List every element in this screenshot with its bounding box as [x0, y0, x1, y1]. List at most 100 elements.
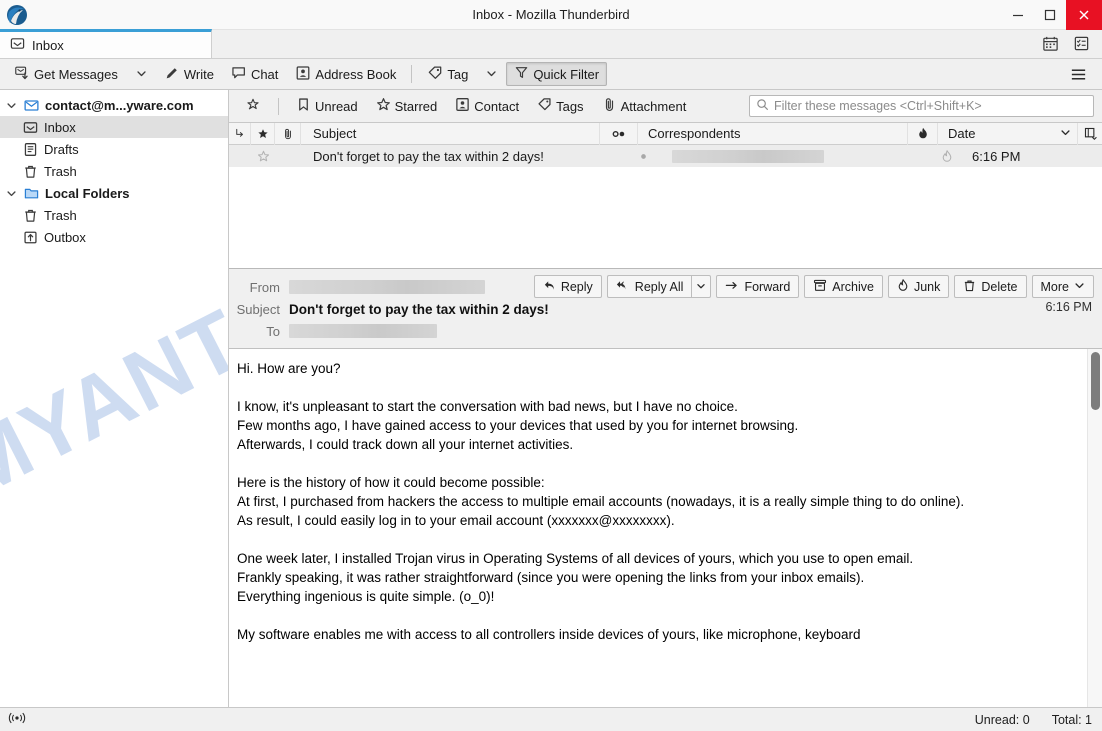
quick-filter-separator [278, 97, 279, 115]
filter-attachment-label: Attachment [620, 98, 687, 114]
forward-button[interactable]: Forward [716, 275, 800, 298]
message-body-scrollbar[interactable] [1087, 349, 1102, 707]
title-bar: Inbox - Mozilla Thunderbird [0, 0, 1102, 30]
tag-button[interactable]: Tag [419, 62, 476, 86]
folder-row-local-trash[interactable]: Trash [0, 204, 228, 226]
column-junk[interactable] [908, 123, 938, 145]
more-button[interactable]: More [1031, 275, 1094, 298]
scrollbar-thumb[interactable] [1091, 352, 1100, 410]
tag-dropdown[interactable] [476, 62, 505, 86]
calendar-icon[interactable] [1042, 35, 1059, 52]
junk-flame-icon [897, 278, 909, 295]
pencil-icon [164, 65, 180, 84]
close-button[interactable] [1066, 0, 1102, 30]
tab-bar-right-icons [1042, 29, 1102, 58]
chat-bubble-icon [231, 65, 247, 84]
get-messages-button[interactable]: Get Messages [6, 62, 126, 86]
get-messages-label: Get Messages [34, 66, 118, 82]
tab-inbox[interactable]: Inbox [0, 29, 212, 58]
filter-attachment-button[interactable]: Attachment [594, 95, 695, 118]
column-star[interactable] [251, 123, 275, 145]
quick-filter-search-input[interactable]: Filter these messages <Ctrl+Shift+K> [749, 95, 1094, 117]
folder-pane: contact@m...yware.com Inbox Drafts Trash… [0, 90, 229, 707]
column-subject[interactable]: Subject [301, 123, 600, 145]
app-menu-button[interactable] [1061, 65, 1096, 84]
filter-unread-button[interactable]: Unread [288, 95, 366, 118]
to-value [289, 324, 437, 338]
table-row[interactable]: Don't forget to pay the tax within 2 day… [229, 145, 1102, 167]
write-button[interactable]: Write [156, 62, 222, 86]
folder-row-local-folders[interactable]: Local Folders [0, 182, 228, 204]
address-book-button[interactable]: Address Book [287, 62, 404, 86]
window-controls [1002, 0, 1102, 30]
body-paragraph: Here is the history of how it could beco… [237, 475, 965, 528]
mail-account-icon [23, 98, 40, 113]
inbox-icon [22, 120, 39, 135]
minimize-button[interactable] [1002, 0, 1034, 30]
row-junk-toggle[interactable] [932, 145, 962, 167]
column-attachment[interactable] [275, 123, 301, 145]
redacted-from [289, 280, 485, 294]
chat-button[interactable]: Chat [223, 62, 286, 86]
column-subject-label: Subject [313, 126, 357, 141]
filter-starred-label: Starred [394, 98, 438, 114]
folder-label-inbox: Inbox [44, 119, 76, 135]
filter-starred-button[interactable]: Starred [368, 95, 446, 118]
header-to-line: To [229, 320, 1092, 342]
column-unread[interactable] [600, 123, 638, 145]
thunderbird-logo-icon [2, 0, 32, 30]
message-header: From Subject Don't forget to pay the tax… [229, 269, 1102, 349]
tag-icon [427, 65, 443, 84]
chevron-down-icon[interactable] [4, 100, 18, 111]
status-counts: Unread: 0 Total: 1 [975, 713, 1092, 727]
chat-label: Chat [250, 66, 279, 82]
row-read-toggle[interactable] [624, 145, 662, 167]
filter-tags-button[interactable]: Tags [529, 95, 591, 118]
archive-button[interactable]: Archive [804, 275, 883, 298]
folder-row-account[interactable]: contact@m...yware.com [0, 94, 228, 116]
tab-bar: Inbox [0, 29, 1102, 59]
folder-row-drafts[interactable]: Drafts [0, 138, 228, 160]
get-messages-dropdown[interactable] [126, 62, 155, 86]
quick-filter-pin-button[interactable] [237, 95, 269, 118]
delete-button[interactable]: Delete [954, 275, 1027, 298]
column-thread[interactable] [229, 123, 251, 145]
folder-row-outbox[interactable]: Outbox [0, 226, 228, 248]
column-correspondents-label: Correspondents [648, 126, 741, 141]
junk-label: Junk [913, 279, 941, 294]
maximize-button[interactable] [1034, 0, 1066, 30]
column-correspondents[interactable]: Correspondents [638, 123, 908, 145]
folder-row-trash[interactable]: Trash [0, 160, 228, 182]
contact-icon [455, 97, 470, 115]
reply-button[interactable]: Reply [533, 275, 602, 298]
filter-contact-label: Contact [474, 98, 520, 114]
main-toolbar: Get Messages Write Chat Address Book Tag… [0, 59, 1102, 90]
toolbar-separator [411, 65, 413, 83]
junk-button[interactable]: Junk [887, 275, 950, 298]
tag-label: Tag [447, 66, 469, 82]
funnel-icon [514, 65, 529, 83]
folder-label-drafts: Drafts [44, 141, 79, 157]
address-book-label: Address Book [315, 66, 397, 82]
row-star-toggle[interactable] [251, 145, 275, 167]
archive-icon [813, 279, 827, 295]
message-list: Subject Correspondents Date Don't forget… [229, 123, 1102, 269]
chevron-down-icon[interactable] [4, 188, 18, 199]
tasks-icon[interactable] [1073, 35, 1090, 52]
forward-label: Forward [744, 279, 791, 294]
column-picker-button[interactable] [1078, 123, 1102, 145]
filter-unread-label: Unread [315, 98, 358, 114]
delete-label: Delete [981, 279, 1018, 294]
chevron-down-icon [486, 67, 497, 82]
folder-label-outbox: Outbox [44, 229, 86, 245]
reply-all-dropdown[interactable] [691, 275, 712, 298]
subject-value: Don't forget to pay the tax within 2 day… [289, 301, 549, 317]
reply-all-button[interactable]: Reply All [606, 275, 692, 298]
folder-row-inbox[interactable]: Inbox [0, 116, 228, 138]
column-date[interactable]: Date [938, 123, 1078, 145]
tag-icon [537, 97, 552, 115]
quick-filter-button[interactable]: Quick Filter [506, 62, 608, 86]
filter-contact-button[interactable]: Contact [447, 95, 527, 118]
message-actions: Reply Reply All Forward Archive Junk Del… [533, 275, 1094, 298]
reply-label: Reply [560, 279, 593, 294]
